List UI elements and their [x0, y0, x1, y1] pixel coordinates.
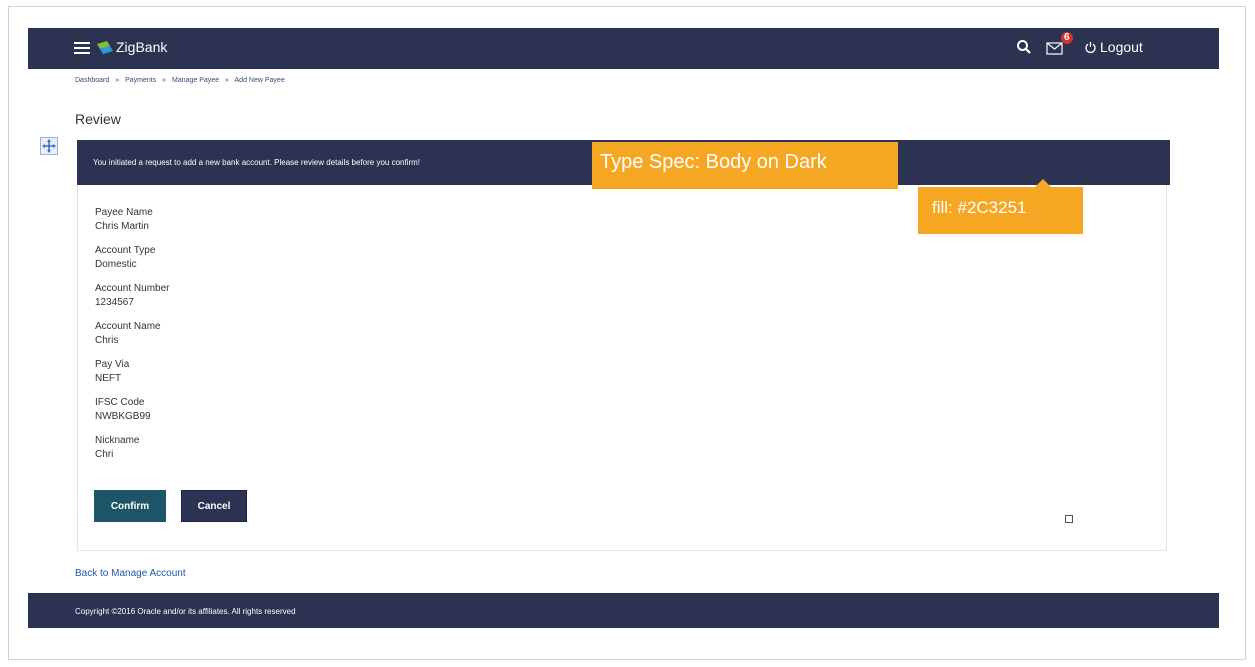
zigbank-logo-icon — [97, 41, 113, 54]
fill-annotation: fill: #2C3251 — [918, 187, 1083, 234]
field-label: IFSC Code — [95, 397, 145, 408]
detail-pay-via: Pay Via NEFT — [95, 358, 169, 396]
breadcrumb-item-payments[interactable]: Payments — [125, 77, 156, 84]
brand-name: ZigBank — [116, 39, 168, 55]
field-label: Account Type — [95, 245, 156, 256]
footer: Copyright ©2016 Oracle and/or its affili… — [28, 593, 1219, 628]
field-label: Pay Via — [95, 359, 130, 370]
detail-account-name: Account Name Chris — [95, 320, 169, 358]
type-spec-annotation: Type Spec: Body on Dark — [592, 142, 898, 189]
detail-account-type: Account Type Domestic — [95, 244, 169, 282]
field-value: Chris Martin — [95, 221, 149, 232]
payee-details: Payee Name Chris Martin Account Type Dom… — [95, 206, 169, 472]
search-icon[interactable] — [1016, 39, 1032, 55]
field-label: Payee Name — [95, 207, 153, 218]
fill-annotation-pointer — [1035, 179, 1051, 187]
field-label: Account Name — [95, 321, 161, 332]
breadcrumb-separator: » — [115, 77, 120, 84]
checkbox-marker[interactable] — [1065, 515, 1073, 523]
detail-payee-name: Payee Name Chris Martin — [95, 206, 169, 244]
move-handle-icon[interactable] — [40, 137, 58, 155]
detail-ifsc-code: IFSC Code NWBKGB99 — [95, 396, 169, 434]
field-value: Chri — [95, 449, 114, 460]
power-icon[interactable] — [1084, 41, 1097, 54]
breadcrumb-separator: » — [162, 77, 167, 84]
copyright-text: Copyright ©2016 Oracle and/or its affili… — [75, 607, 296, 616]
field-value: Chris — [95, 335, 119, 346]
page-title: Review — [75, 111, 121, 127]
breadcrumb: Dashboard » Payments » Manage Payee » Ad… — [75, 77, 285, 84]
detail-account-number: Account Number 1234567 — [95, 282, 169, 320]
breadcrumb-separator: » — [225, 77, 229, 84]
breadcrumb-item-dashboard[interactable]: Dashboard — [75, 77, 109, 84]
cancel-button[interactable]: Cancel — [181, 490, 247, 522]
breadcrumb-item-add-new-payee: Add New Payee — [234, 77, 285, 84]
field-value: NWBKGB99 — [95, 411, 151, 422]
mail-icon[interactable] — [1046, 41, 1064, 55]
field-value: NEFT — [95, 373, 122, 384]
banner-message: You initiated a request to add a new ban… — [93, 158, 421, 167]
detail-nickname: Nickname Chri — [95, 434, 169, 472]
back-to-manage-account-link[interactable]: Back to Manage Account — [75, 568, 186, 579]
hamburger-menu-icon[interactable] — [74, 42, 90, 54]
notification-badge: 6 — [1061, 32, 1073, 44]
confirm-button[interactable]: Confirm — [94, 490, 166, 522]
field-label: Account Number — [95, 283, 170, 294]
top-header: ZigBank 6 Logout — [28, 28, 1219, 69]
logout-link[interactable]: Logout — [1100, 39, 1143, 55]
field-value: Domestic — [95, 259, 137, 270]
field-value: 1234567 — [95, 297, 134, 308]
breadcrumb-item-manage-payee[interactable]: Manage Payee — [172, 77, 219, 84]
page: ZigBank 6 Logout Dashboard » Payments » … — [28, 28, 1219, 628]
field-label: Nickname — [95, 435, 140, 446]
